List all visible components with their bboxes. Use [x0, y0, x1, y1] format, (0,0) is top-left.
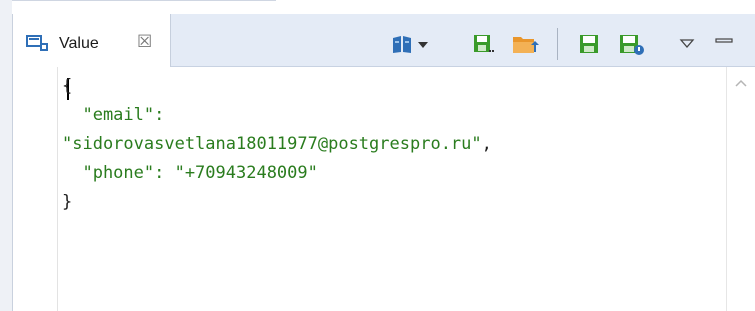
json-punctuation-token: ,: [481, 134, 492, 154]
json-punctuation-token: {: [62, 76, 73, 96]
save-icon[interactable]: [578, 32, 600, 56]
json-string-token: "email":: [62, 105, 165, 125]
save-to-file-icon[interactable]: [472, 32, 496, 56]
vertical-scrollbar[interactable]: [726, 67, 755, 311]
editor-gutter: [57, 67, 58, 311]
value-panel-icon: [26, 35, 48, 51]
close-icon[interactable]: ☒: [137, 33, 152, 50]
json-text[interactable]: { "email": "sidorovasvetlana18011977@post…: [62, 72, 722, 217]
load-from-file-icon[interactable]: [512, 32, 540, 56]
tab-label: Value: [59, 35, 99, 52]
tab-value[interactable]: Value ☒: [13, 14, 171, 67]
json-string-token: "phone": "+70943248009": [62, 163, 318, 183]
code-line: "phone": "+70943248009": [62, 159, 722, 188]
json-punctuation-token: }: [62, 192, 73, 212]
book-icon[interactable]: [391, 32, 413, 56]
toolbar-separator: [557, 28, 558, 60]
view-menu-icon[interactable]: [677, 32, 697, 56]
json-string-token: "sidorovasvetlana18011977@postgrespro.ru…: [62, 134, 482, 154]
outer-frame-top: [12, 0, 755, 14]
code-line: {: [62, 72, 722, 101]
outer-frame-top-line: [12, 0, 276, 1]
save-as-icon[interactable]: [618, 32, 646, 56]
outer-frame-left: [0, 0, 12, 311]
code-line: "email":: [62, 101, 722, 130]
value-panel: Value ☒ {"email": "sidorovasvetlana1801…: [12, 14, 755, 311]
value-editor[interactable]: { "email": "sidorovasvetlana18011977@post…: [13, 67, 755, 311]
code-line: "sidorovasvetlana18011977@postgrespro.ru…: [62, 130, 722, 159]
tab-bar: Value ☒: [13, 14, 755, 67]
scroll-up-icon[interactable]: [735, 79, 747, 87]
dropdown-arrow-icon[interactable]: [417, 32, 429, 56]
minimize-icon[interactable]: [713, 32, 735, 56]
code-line: }: [62, 188, 722, 217]
